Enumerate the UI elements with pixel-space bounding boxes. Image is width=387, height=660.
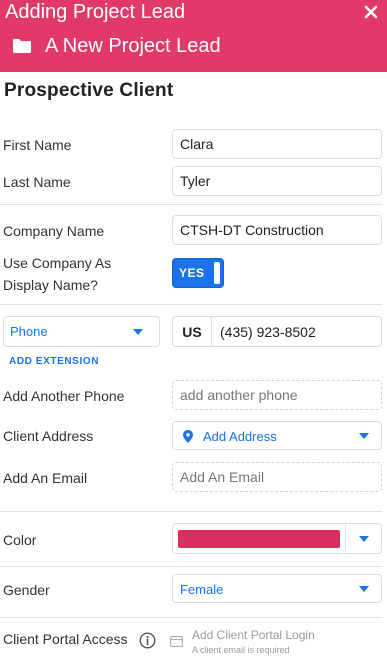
color-label: Color [3, 532, 37, 548]
add-extension-link[interactable]: ADD EXTENSION [9, 356, 99, 367]
portal-email-required-note: A client email is required [192, 645, 290, 655]
chevron-down-icon [359, 433, 369, 439]
divider [0, 204, 382, 205]
divider [345, 524, 346, 553]
project-lead-subtitle: A New Project Lead [45, 35, 221, 57]
divider [0, 617, 382, 618]
another-phone-label: Add Another Phone [3, 388, 125, 404]
close-icon[interactable] [363, 4, 379, 20]
dialog-header: Adding Project Lead A New Project Lead [0, 0, 387, 72]
divider [0, 304, 382, 305]
color-select[interactable] [172, 523, 382, 554]
last-name-label: Last Name [3, 174, 71, 190]
divider [0, 566, 382, 567]
project-lead-heading: A New Project Lead [12, 34, 221, 58]
use-company-display-toggle[interactable]: YES [172, 258, 224, 288]
toggle-knob [214, 262, 220, 284]
email-input[interactable]: Add An Email [172, 462, 382, 492]
divider [0, 511, 382, 512]
email-label: Add An Email [3, 470, 88, 486]
map-pin-icon [183, 430, 193, 443]
add-portal-login-link[interactable]: Add Client Portal Login [192, 629, 315, 642]
first-name-input[interactable]: Clara [172, 129, 382, 159]
dialog-title: Adding Project Lead [5, 1, 186, 23]
company-name-label: Company Name [3, 223, 105, 239]
folder-icon [13, 39, 31, 53]
toggle-yes-label: YES [179, 266, 205, 280]
country-code[interactable]: US [172, 316, 212, 347]
use-company-display-label: Use Company As Display Name? [3, 255, 112, 293]
section-title: Prospective Client [4, 80, 174, 101]
phone-type-value: Phone [10, 324, 48, 339]
another-phone-input[interactable]: add another phone [172, 380, 382, 410]
chevron-down-icon [359, 536, 369, 542]
client-address-label: Client Address [3, 428, 94, 444]
client-address-select[interactable]: Add Address [172, 421, 382, 450]
last-name-input[interactable]: Tyler [172, 166, 382, 196]
gender-label: Gender [3, 582, 50, 598]
color-swatch [178, 530, 340, 548]
phone-type-select[interactable]: Phone [3, 316, 160, 347]
info-icon[interactable] [139, 632, 156, 649]
gender-select[interactable]: Female [172, 574, 382, 603]
add-address-text: Add Address [203, 429, 277, 444]
chevron-down-icon [359, 586, 369, 592]
client-portal-label: Client Portal Access [3, 631, 128, 647]
id-card-icon [170, 636, 183, 647]
gender-value: Female [180, 582, 224, 597]
chevron-down-icon [133, 329, 143, 335]
first-name-label: First Name [3, 137, 72, 153]
phone-number-input[interactable]: (435) 923-8502 [211, 316, 382, 347]
company-name-input[interactable]: CTSH-DT Construction [172, 215, 382, 245]
